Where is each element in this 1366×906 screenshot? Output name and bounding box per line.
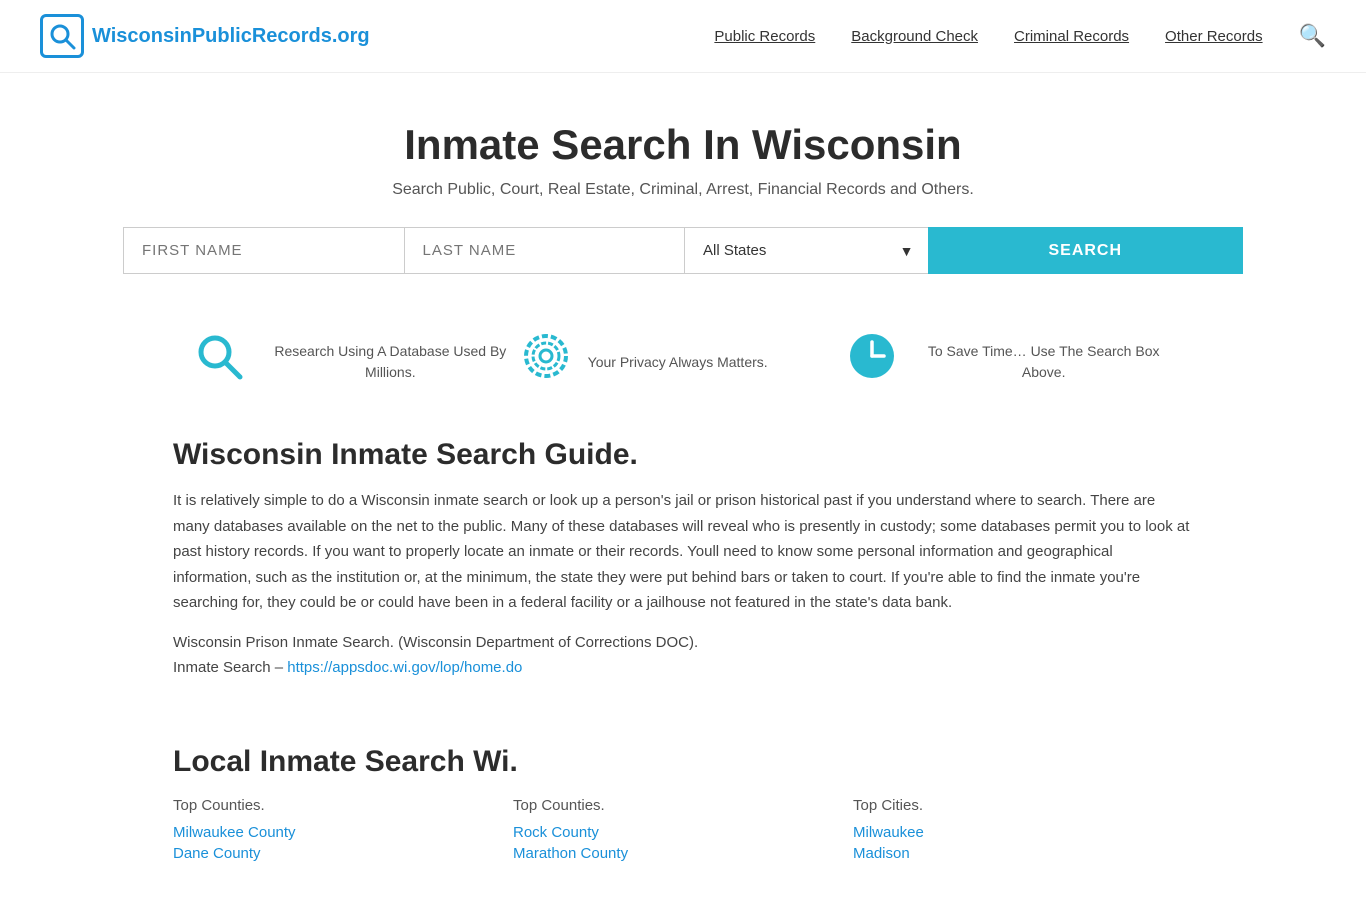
- local-col1-label: Top Counties.: [173, 797, 513, 814]
- local-col3-label: Top Cities.: [853, 797, 1193, 814]
- hero-subtitle: Search Public, Court, Real Estate, Crimi…: [40, 181, 1326, 199]
- feature-search-text: Research Using A Database Used By Millio…: [261, 341, 520, 383]
- search-bar: All StatesWisconsinIllinoisMinnesotaIowa…: [123, 227, 1243, 274]
- clock-icon: [846, 330, 898, 394]
- feature-clock-text: To Save Time… Use The Search Box Above.: [914, 341, 1173, 383]
- page-title: Inmate Search In Wisconsin: [40, 121, 1326, 169]
- guide-ref-line1: Wisconsin Prison Inmate Search. (Wiscons…: [173, 634, 698, 651]
- nav-other-records[interactable]: Other Records: [1165, 28, 1263, 45]
- feature-search: Research Using A Database Used By Millio…: [193, 330, 520, 394]
- search-icon: [193, 330, 245, 394]
- nav-public-records[interactable]: Public Records: [714, 28, 815, 45]
- guide-section: Wisconsin Inmate Search Guide. It is rel…: [133, 418, 1233, 735]
- dane-county-link[interactable]: Dane County: [173, 845, 513, 862]
- last-name-input[interactable]: [404, 227, 685, 274]
- feature-fingerprint-text: Your Privacy Always Matters.: [588, 352, 768, 373]
- local-col2-label: Top Counties.: [513, 797, 853, 814]
- rock-county-link[interactable]: Rock County: [513, 824, 853, 841]
- nav-background-check[interactable]: Background Check: [851, 28, 978, 45]
- local-col-2: Top Counties. Rock County Marathon Count…: [513, 797, 853, 866]
- features-section: Research Using A Database Used By Millio…: [133, 306, 1233, 418]
- local-columns: Top Counties. Milwaukee County Dane Coun…: [173, 797, 1193, 866]
- logo[interactable]: WisconsinPublicRecords.org: [40, 14, 370, 58]
- search-button[interactable]: SEARCH: [928, 227, 1244, 274]
- logo-icon: [40, 14, 84, 58]
- hero-section: Inmate Search In Wisconsin Search Public…: [0, 73, 1366, 306]
- first-name-input[interactable]: [123, 227, 404, 274]
- feature-fingerprint: Your Privacy Always Matters.: [520, 330, 847, 394]
- guide-reference: Wisconsin Prison Inmate Search. (Wiscons…: [173, 630, 1193, 681]
- local-heading: Local Inmate Search Wi.: [173, 745, 1193, 779]
- state-select[interactable]: All StatesWisconsinIllinoisMinnesotaIowa…: [684, 227, 928, 274]
- inmate-search-link[interactable]: https://appsdoc.wi.gov/lop/home.do: [287, 659, 522, 676]
- state-select-wrapper: All StatesWisconsinIllinoisMinnesotaIowa…: [684, 227, 928, 274]
- milwaukee-city-link[interactable]: Milwaukee: [853, 824, 1193, 841]
- madison-city-link[interactable]: Madison: [853, 845, 1193, 862]
- local-section: Local Inmate Search Wi. Top Counties. Mi…: [133, 735, 1233, 906]
- guide-paragraph: It is relatively simple to do a Wisconsi…: [173, 488, 1193, 616]
- logo-text: WisconsinPublicRecords.org: [92, 25, 370, 48]
- nav-criminal-records[interactable]: Criminal Records: [1014, 28, 1129, 45]
- milwaukee-county-link[interactable]: Milwaukee County: [173, 824, 513, 841]
- nav-search-icon[interactable]: 🔍: [1299, 23, 1326, 49]
- fingerprint-icon: [520, 330, 572, 394]
- main-nav: Public Records Background Check Criminal…: [714, 23, 1326, 49]
- guide-ref-line2: Inmate Search –: [173, 659, 283, 676]
- marathon-county-link[interactable]: Marathon County: [513, 845, 853, 862]
- guide-heading: Wisconsin Inmate Search Guide.: [173, 438, 1193, 472]
- local-col-3: Top Cities. Milwaukee Madison: [853, 797, 1193, 866]
- feature-clock: To Save Time… Use The Search Box Above.: [846, 330, 1173, 394]
- local-col-1: Top Counties. Milwaukee County Dane Coun…: [173, 797, 513, 866]
- header: WisconsinPublicRecords.org Public Record…: [0, 0, 1366, 73]
